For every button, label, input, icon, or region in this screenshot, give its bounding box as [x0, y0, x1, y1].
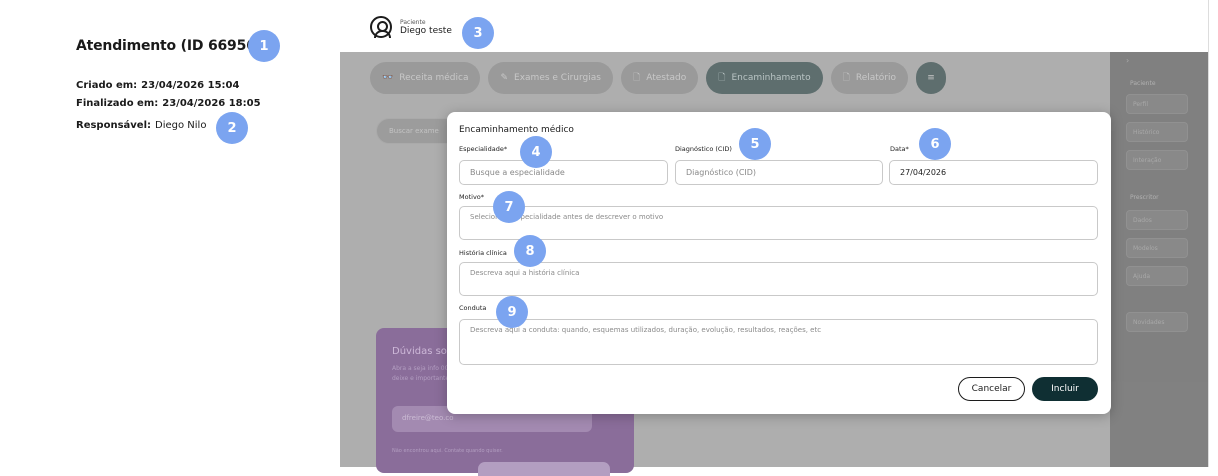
reason-textarea[interactable]: Selecione a especialidade antes de descr…	[459, 206, 1098, 240]
sidebar-item-perfil[interactable]: Perfil	[1126, 94, 1188, 114]
cancel-button[interactable]: Cancelar	[958, 377, 1025, 401]
date-label: Data*	[890, 145, 909, 153]
created-label: Criado em:	[76, 80, 138, 91]
responsible-value: Diego Nilo	[155, 120, 207, 131]
sidebar-item-ajuda[interactable]: Ajuda	[1126, 266, 1188, 286]
sidebar-item-interacao[interactable]: Interação	[1126, 150, 1188, 170]
tab-atestado[interactable]: 🗋 Atestado	[620, 62, 699, 94]
sidebar-item-dados[interactable]: Dados	[1126, 210, 1188, 230]
tab-label: Receita médica	[399, 73, 469, 83]
pen-icon: ✎	[500, 73, 509, 83]
finished-value: 23/04/2026 18:05	[162, 98, 261, 109]
created-row: Criado em: 23/04/2026 15:04	[76, 80, 239, 91]
tab-menu[interactable]: ≡	[916, 62, 946, 94]
patient-name: Diego teste	[400, 25, 452, 36]
patient-label: Paciente	[400, 18, 426, 26]
document-plus-icon: 🗋	[632, 73, 641, 83]
page-scrollbar[interactable]	[1208, 0, 1218, 467]
conduct-textarea[interactable]: Descreva aqui a conduta: quando, esquema…	[459, 319, 1098, 365]
sidebar-section-prescriber: Prescritor	[1130, 194, 1159, 201]
created-value: 23/04/2026 15:04	[141, 80, 240, 91]
promo-footer: Não encontrou aqui. Contate quando quise…	[392, 448, 503, 454]
promo-button[interactable]	[478, 462, 610, 476]
annotation-badge: 6	[919, 128, 951, 160]
annotation-badge: 1	[248, 30, 280, 62]
document-tabs: 👓 Receita médica ✎ Exames e Cirurgias 🗋 …	[370, 62, 946, 94]
tab-receita[interactable]: 👓 Receita médica	[370, 62, 481, 94]
specialty-label: Especialidade*	[459, 145, 508, 153]
sidebar-item-novidades[interactable]: Novidades	[1126, 312, 1188, 332]
tab-label: Encaminhamento	[731, 73, 811, 83]
annotation-badge: 2	[216, 112, 248, 144]
history-label: História clínica	[459, 249, 507, 257]
date-input[interactable]: 27/04/2026	[889, 160, 1098, 185]
menu-icon: ≡	[927, 73, 935, 83]
annotation-badge: 5	[739, 128, 771, 160]
chevron-right-icon[interactable]: ›	[1126, 56, 1129, 65]
tab-label: Atestado	[646, 73, 687, 83]
tab-label: Exames e Cirurgias	[514, 73, 601, 83]
specialty-input[interactable]: Busque a especialidade	[459, 160, 668, 185]
annotation-badge: 8	[514, 235, 546, 267]
promo-title: Dúvidas so	[392, 346, 447, 357]
conduct-label: Conduta	[459, 304, 487, 312]
modal-title: Encaminhamento médico	[459, 125, 574, 135]
sidebar-section-patient: Paciente	[1130, 80, 1156, 87]
cid-input[interactable]: Diagnóstico (CID)	[675, 160, 883, 185]
sidebar-item-modelos[interactable]: Modelos	[1126, 238, 1188, 258]
document-icon: 🗋	[718, 73, 726, 83]
tab-label: Relatório	[855, 73, 896, 83]
history-textarea[interactable]: Descreva aqui a história clínica	[459, 262, 1098, 296]
responsible-row: Responsável: Diego Nilo	[76, 120, 206, 131]
attendance-title: Atendimento (ID 66956)	[76, 38, 262, 54]
tab-encaminhamento[interactable]: 🗋 Encaminhamento	[706, 62, 823, 94]
annotation-badge: 7	[493, 191, 525, 223]
tab-relatorio[interactable]: 🗋 Relatório	[830, 62, 908, 94]
annotation-badge: 3	[462, 17, 494, 49]
cid-label: Diagnóstico (CID)	[675, 145, 732, 153]
attendance-info-panel: Atendimento (ID 66956) Criado em: 23/04/2…	[0, 0, 340, 467]
file-icon: 🗋	[842, 73, 850, 83]
glasses-icon: 👓	[382, 73, 394, 83]
annotation-badge: 4	[520, 136, 552, 168]
right-sidebar: › Paciente Perfil Histórico Interação Pr…	[1110, 52, 1208, 467]
sidebar-item-historico[interactable]: Histórico	[1126, 122, 1188, 142]
include-button[interactable]: Incluir	[1032, 377, 1098, 401]
reason-label: Motivo*	[459, 193, 485, 201]
user-circle-icon	[370, 16, 392, 38]
finished-label: Finalizado em:	[76, 98, 159, 109]
patient-header[interactable]: Paciente Diego teste	[370, 16, 452, 38]
annotation-badge: 9	[496, 296, 528, 328]
responsible-label: Responsável:	[76, 120, 152, 131]
finished-row: Finalizado em: 23/04/2026 18:05	[76, 98, 261, 109]
tab-exames[interactable]: ✎ Exames e Cirurgias	[488, 62, 613, 94]
